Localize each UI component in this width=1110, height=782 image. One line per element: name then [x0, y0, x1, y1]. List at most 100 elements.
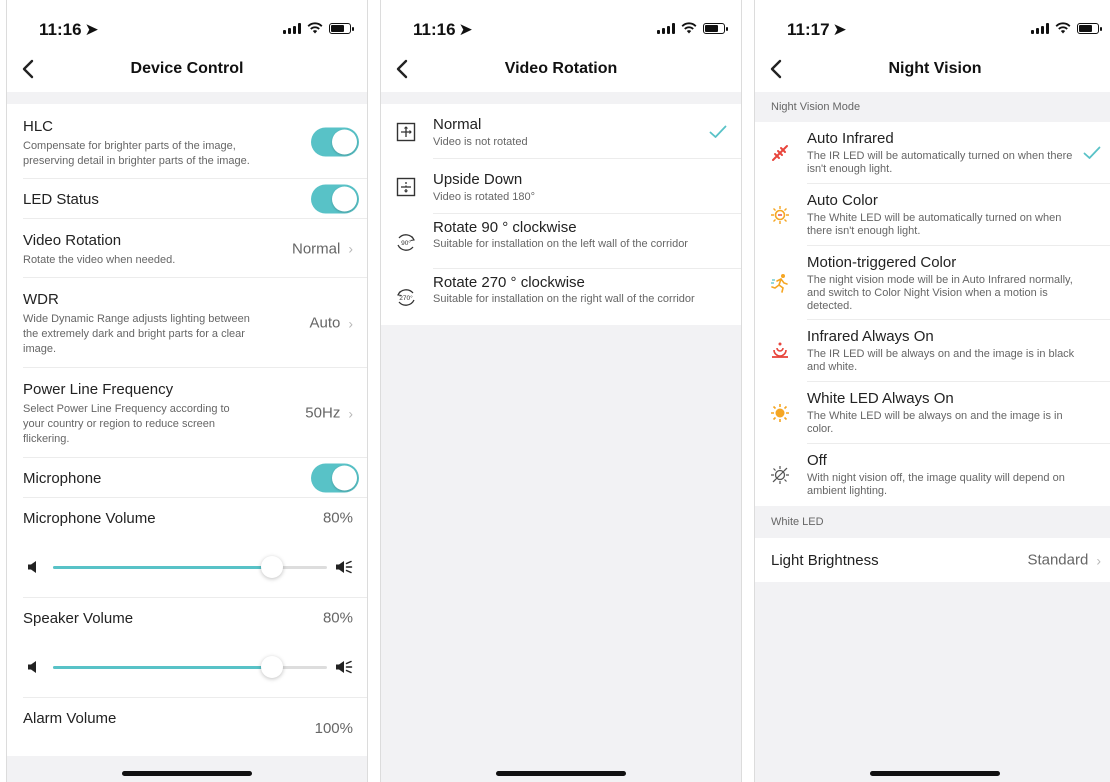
rotation-options: Normal Video is not rotated Upside Down …: [381, 92, 741, 325]
rotation-option-270[interactable]: 270° Rotate 270 ° clockwise Suitable for…: [381, 269, 741, 325]
home-indicator[interactable]: [122, 771, 252, 776]
mode-auto-color[interactable]: Auto Color The White LED will be automat…: [755, 184, 1110, 246]
option-title: Normal: [433, 116, 482, 133]
option-title: Rotate 90 ° clockwise: [433, 219, 577, 236]
option-title: Rotate 270 ° clockwise: [433, 274, 585, 291]
volume-high-icon: [335, 559, 353, 575]
battery-icon: [329, 22, 354, 34]
status-bar: 11:16 ➤: [381, 0, 741, 46]
mic-volume-title: Microphone Volume: [23, 510, 156, 527]
mode-title: Infrared Always On: [807, 328, 934, 345]
power-line-title: Power Line Frequency: [23, 381, 174, 398]
speaker-volume-row: Speaker Volume 80%: [7, 598, 367, 638]
mode-infrared-always-on[interactable]: Infrared Always On The IR LED will be al…: [755, 320, 1110, 382]
location-arrow-icon: ➤: [832, 20, 847, 39]
hlc-title: HLC: [23, 118, 54, 135]
system-icons: [1031, 22, 1102, 34]
mode-desc: The IR LED will be automatically turned …: [807, 150, 1073, 175]
power-line-row[interactable]: Power Line Frequency Select Power Line F…: [7, 368, 367, 458]
location-arrow-icon: ➤: [458, 20, 473, 39]
mode-title: White LED Always On: [807, 390, 954, 407]
page-title: Night Vision: [888, 60, 982, 77]
motion-color-icon: [771, 274, 788, 293]
volume-low-icon: [27, 660, 39, 674]
night-vision-off-icon: [771, 466, 789, 484]
led-status-toggle[interactable]: [311, 184, 359, 214]
mode-motion-color[interactable]: Motion-triggered Color The night vision …: [755, 246, 1110, 320]
nav-bar: Night Vision: [755, 46, 1110, 92]
wdr-desc: Wide Dynamic Range adjusts lighting betw…: [23, 313, 250, 355]
home-indicator[interactable]: [870, 771, 1000, 776]
mic-volume-row: Microphone Volume 80%: [7, 498, 367, 538]
nav-bar: Device Control: [7, 46, 367, 92]
rotate-90-icon: 90°: [397, 233, 415, 251]
page-title: Video Rotation: [504, 60, 618, 77]
infrared-on-icon: [772, 342, 788, 358]
alarm-volume-value: 100%: [314, 720, 353, 737]
rotate-270-icon: 270°: [397, 289, 415, 306]
checkmark-icon: [1083, 146, 1101, 160]
rotation-option-normal[interactable]: Normal Video is not rotated: [381, 104, 741, 159]
mic-volume-slider-row: [7, 538, 367, 598]
svg-text:270°: 270°: [399, 294, 413, 302]
alarm-volume-title: Alarm Volume: [23, 710, 117, 727]
power-line-desc: Select Power Line Frequency according to…: [23, 403, 230, 445]
mode-title: Auto Infrared: [807, 130, 894, 147]
wifi-icon: [307, 22, 323, 34]
device-control-screen: 11:16 ➤ Device Control HLC Compensate for…: [6, 0, 368, 782]
alarm-volume-row[interactable]: Alarm Volume 100%: [7, 698, 367, 756]
mic-volume-value: 80%: [322, 509, 353, 527]
mic-volume-thumb[interactable]: [261, 556, 284, 578]
video-rotation-row[interactable]: Video Rotation Rotate the video when nee…: [7, 219, 367, 278]
speaker-volume-value: 80%: [322, 609, 353, 627]
mic-volume-slider[interactable]: [53, 556, 327, 578]
section-header-mode: Night Vision Mode: [755, 92, 1110, 122]
speaker-volume-slider[interactable]: [53, 656, 327, 678]
hlc-toggle[interactable]: [311, 127, 359, 156]
wifi-icon: [1055, 22, 1071, 34]
night-vision-list: Night Vision Mode Auto Infrared The IR L…: [755, 92, 1110, 582]
light-brightness-value-area: Standard ›: [1027, 552, 1101, 569]
hlc-row: HLC Compensate for brighter parts of the…: [7, 104, 367, 179]
mode-auto-infrared[interactable]: Auto Infrared The IR LED will be automat…: [755, 122, 1110, 184]
mode-desc: The night vision mode will be in Auto In…: [807, 274, 1073, 312]
chevron-right-icon: ›: [348, 405, 353, 421]
mode-desc: With night vision off, the image quality…: [807, 472, 1065, 497]
wdr-value-area: Auto ›: [309, 315, 353, 332]
home-indicator[interactable]: [496, 771, 626, 776]
cellular-signal-icon: [283, 22, 301, 34]
nav-bar: Video Rotation: [381, 46, 741, 92]
battery-icon: [703, 22, 728, 34]
system-icons: [283, 22, 354, 34]
chevron-right-icon: ›: [348, 315, 353, 331]
speaker-volume-thumb[interactable]: [261, 656, 284, 678]
mode-desc: The White LED will be automatically turn…: [807, 212, 1062, 237]
option-desc: Suitable for installation on the left wa…: [433, 238, 688, 250]
microphone-row: Microphone: [7, 458, 367, 498]
power-line-value: 50Hz: [305, 404, 341, 422]
upside-down-icon: [396, 177, 416, 196]
rotation-option-90[interactable]: 90° Rotate 90 ° clockwise Suitable for i…: [381, 214, 741, 269]
wdr-value: Auto: [309, 314, 341, 332]
power-line-value-area: 50Hz ›: [305, 405, 353, 422]
mode-off[interactable]: Off With night vision off, the image qua…: [755, 444, 1110, 506]
microphone-toggle[interactable]: [311, 463, 359, 493]
page-title: Device Control: [130, 60, 244, 77]
auto-infrared-icon: [772, 145, 788, 161]
mode-white-led-always-on[interactable]: White LED Always On The White LED will b…: [755, 382, 1110, 444]
status-bar: 11:17 ➤: [755, 0, 1110, 46]
night-vision-screen: 11:17 ➤ Night Vision Night Vision Mode Au…: [754, 0, 1110, 782]
chevron-right-icon: ›: [1096, 552, 1101, 568]
light-brightness-row[interactable]: Light Brightness Standard ›: [755, 538, 1110, 582]
wdr-row[interactable]: WDR Wide Dynamic Range adjusts lighting …: [7, 278, 367, 368]
video-rotation-value-area: Normal ›: [292, 240, 353, 257]
settings-list: HLC Compensate for brighter parts of the…: [7, 92, 367, 756]
led-status-title: LED Status: [23, 191, 99, 208]
light-brightness-value: Standard: [1027, 551, 1089, 569]
rotation-option-upside-down[interactable]: Upside Down Video is rotated 180°: [381, 159, 741, 214]
chevron-right-icon: ›: [348, 240, 353, 257]
mode-title: Auto Color: [807, 192, 878, 209]
svg-text:90°: 90°: [401, 239, 411, 247]
microphone-title: Microphone: [23, 470, 102, 487]
volume-high-icon: [335, 659, 353, 675]
